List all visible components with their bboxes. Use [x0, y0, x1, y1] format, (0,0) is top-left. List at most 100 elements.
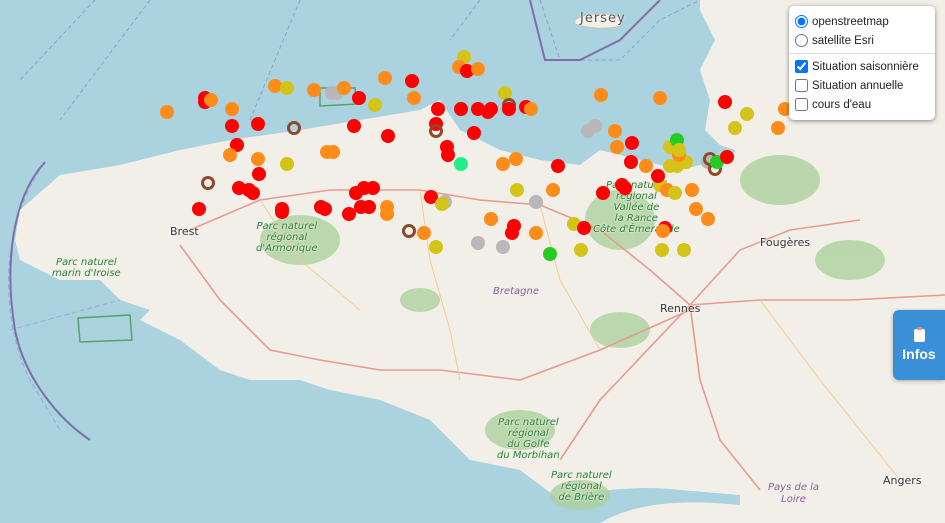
station-marker-orange[interactable] [159, 104, 174, 119]
station-marker-orange[interactable] [470, 61, 485, 76]
park-label-iroise: Parc naturel marin d'Iroise [52, 257, 121, 279]
station-marker-orange[interactable] [379, 199, 394, 214]
station-marker-orange[interactable] [250, 152, 265, 167]
station-marker-yellow[interactable] [668, 185, 683, 200]
station-marker-red[interactable] [623, 154, 638, 169]
station-marker-orange[interactable] [407, 90, 422, 105]
station-marker-red[interactable] [453, 102, 468, 117]
station-marker-orange[interactable] [326, 145, 341, 160]
station-marker-ring[interactable] [401, 223, 416, 238]
station-marker-red[interactable] [651, 168, 666, 183]
station-marker-orange[interactable] [609, 140, 624, 155]
infos-button-label: Infos [902, 345, 936, 362]
map-view[interactable]: Jersey Brest Rennes Fougères Angers Bret… [0, 0, 945, 523]
station-marker-red[interactable] [352, 90, 367, 105]
station-marker-orange[interactable] [336, 81, 351, 95]
station-marker-yellow[interactable] [676, 242, 691, 257]
station-marker-orange[interactable] [639, 159, 653, 174]
station-marker-red[interactable] [348, 185, 363, 200]
station-marker-yellow[interactable] [573, 242, 588, 257]
station-marker-orange[interactable] [594, 88, 609, 103]
base-layer-option-satellite[interactable]: satellite Esri [795, 31, 929, 50]
station-marker-red[interactable] [346, 119, 361, 133]
station-marker-grey[interactable] [470, 235, 485, 250]
base-layer-option-openstreetmap[interactable]: openstreetmap [795, 12, 929, 31]
station-marker-red[interactable] [551, 159, 566, 174]
overlay-option-annuelle[interactable]: Situation annuelle [795, 76, 929, 95]
station-marker-orange[interactable] [608, 123, 623, 138]
overlay-option-saisonniere[interactable]: Situation saisonnière [795, 57, 929, 76]
station-marker-yellow[interactable] [740, 107, 755, 122]
station-marker-yellow[interactable] [654, 242, 669, 257]
station-marker-orange[interactable] [652, 90, 667, 105]
place-label-rennes: Rennes [660, 302, 701, 315]
place-label-angers: Angers [883, 474, 922, 487]
station-marker-yellow[interactable] [429, 240, 444, 255]
infos-button[interactable]: Infos [893, 310, 945, 380]
overlay-option-cours-d-eau[interactable]: cours d'eau [795, 95, 929, 114]
station-marker-red[interactable] [718, 95, 733, 110]
station-marker-red[interactable] [719, 149, 734, 164]
station-marker-red[interactable] [467, 126, 482, 141]
layer-control: openstreetmap satellite Esri Situation s… [789, 6, 935, 120]
station-marker-orange[interactable] [771, 121, 786, 136]
station-marker-red[interactable] [250, 116, 265, 131]
base-layer-radio-satellite[interactable] [795, 34, 808, 47]
station-marker-teal[interactable] [453, 157, 468, 171]
overlay-checkbox-annuelle[interactable] [795, 79, 808, 92]
station-marker-red[interactable] [431, 102, 446, 117]
station-marker-yellow[interactable] [279, 157, 294, 171]
station-marker-grey[interactable] [529, 195, 544, 210]
station-marker-orange[interactable] [508, 152, 523, 167]
overlay-checkbox-cours-d-eau[interactable] [795, 98, 808, 111]
station-marker-yellow[interactable] [279, 81, 294, 95]
station-marker-red[interactable] [405, 73, 420, 88]
station-marker-orange[interactable] [377, 71, 392, 86]
station-marker-orange[interactable] [523, 102, 538, 117]
station-marker-red[interactable] [225, 119, 239, 133]
station-marker-red[interactable] [625, 135, 640, 150]
station-marker-orange[interactable] [656, 223, 671, 238]
station-marker-orange[interactable] [204, 92, 219, 107]
station-marker-red[interactable] [577, 221, 592, 236]
overlay-checkbox-saisonniere[interactable] [795, 60, 808, 73]
station-marker-yellow[interactable] [671, 142, 686, 157]
station-marker-red[interactable] [501, 102, 516, 117]
station-marker-red[interactable] [381, 128, 396, 143]
station-marker-orange[interactable] [496, 157, 511, 171]
station-marker-red[interactable] [484, 102, 499, 117]
station-marker-green[interactable] [542, 247, 557, 262]
station-marker-red[interactable] [596, 185, 611, 200]
station-marker-orange[interactable] [685, 183, 700, 198]
base-layer-radio-openstreetmap[interactable] [795, 15, 808, 28]
station-marker-red[interactable] [245, 185, 260, 200]
station-marker-orange[interactable] [225, 102, 239, 117]
layer-control-separator [789, 53, 935, 54]
station-marker-orange[interactable] [529, 226, 544, 240]
station-marker-yellow[interactable] [510, 183, 525, 198]
station-marker-red[interactable] [505, 226, 519, 240]
station-marker-ring[interactable] [286, 121, 301, 136]
station-marker-red[interactable] [618, 180, 633, 195]
station-marker-red[interactable] [365, 180, 380, 195]
station-marker-orange[interactable] [307, 83, 322, 98]
station-marker-yellow[interactable] [367, 97, 382, 112]
station-marker-yellow[interactable] [434, 197, 449, 212]
station-marker-orange[interactable] [688, 202, 703, 217]
station-marker-grey[interactable] [496, 240, 511, 255]
station-marker-yellow[interactable] [728, 121, 743, 136]
station-marker-red[interactable] [192, 202, 207, 217]
station-marker-grey[interactable] [587, 119, 602, 133]
station-marker-orange[interactable] [223, 147, 238, 162]
station-marker-red[interactable] [274, 204, 289, 219]
station-marker-red[interactable] [353, 199, 368, 214]
station-marker-red[interactable] [314, 199, 329, 214]
station-marker-orange[interactable] [484, 211, 499, 226]
station-marker-orange[interactable] [546, 183, 561, 198]
station-marker-red[interactable] [252, 166, 267, 181]
station-marker-orange[interactable] [417, 226, 432, 240]
station-marker-orange[interactable] [700, 211, 715, 226]
station-marker-ring[interactable] [429, 123, 444, 138]
station-marker-red[interactable] [441, 147, 456, 162]
station-marker-ring[interactable] [200, 176, 215, 190]
